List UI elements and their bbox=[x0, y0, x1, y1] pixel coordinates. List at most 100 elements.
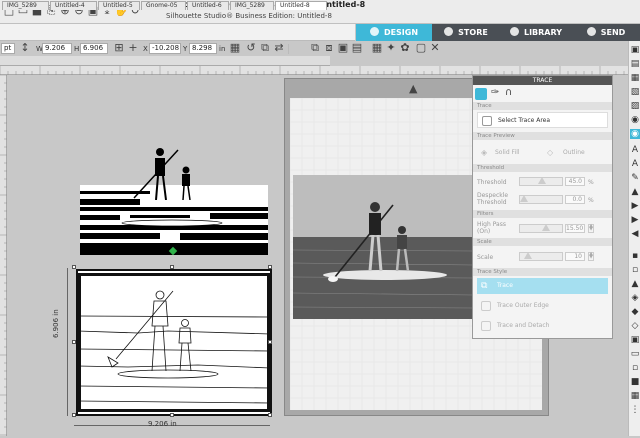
library-panel-icon[interactable]: ▲ bbox=[630, 279, 640, 289]
x-position-field[interactable]: -10.208 bbox=[149, 43, 181, 54]
more-tools-icon[interactable]: ⋮ bbox=[630, 405, 640, 415]
trace-panel-title: TRACE bbox=[473, 76, 612, 85]
doc-tab-5[interactable]: IMG_5289 bbox=[230, 1, 274, 10]
offset-icon[interactable]: ◉ bbox=[630, 115, 640, 125]
threshold-slider-knob[interactable] bbox=[538, 177, 546, 184]
scale-value[interactable]: 10 bbox=[565, 252, 585, 261]
doc-tab-4[interactable]: Untitled-6 bbox=[187, 1, 229, 10]
despeckle-slider-knob[interactable] bbox=[520, 195, 528, 202]
nesting-icon[interactable]: ▪ bbox=[630, 251, 640, 261]
scale-slider-knob[interactable] bbox=[524, 252, 532, 259]
height-label: H bbox=[74, 45, 80, 53]
outline-option[interactable]: Outline bbox=[563, 149, 585, 156]
highpass-slider[interactable] bbox=[519, 224, 563, 233]
trace-tab-icon[interactable] bbox=[475, 88, 487, 100]
group-icon[interactable]: ⧉ bbox=[308, 41, 322, 55]
line-color-icon[interactable]: ▧ bbox=[630, 87, 640, 97]
stitching-icon[interactable]: ◈ bbox=[630, 293, 640, 303]
resize-handle-tl[interactable] bbox=[72, 265, 76, 269]
emboss-icon[interactable]: ◇ bbox=[630, 321, 640, 331]
bring-front-icon[interactable]: ▣ bbox=[336, 41, 350, 55]
resize-handle-tm[interactable] bbox=[170, 265, 174, 269]
trace-outer-edge-icon bbox=[481, 301, 491, 311]
original-photo[interactable] bbox=[293, 175, 473, 319]
delete-x-icon[interactable]: ✕ bbox=[428, 41, 442, 55]
y-position-field[interactable]: 8.298 bbox=[189, 43, 217, 54]
page-setup-icon[interactable]: ▣ bbox=[630, 45, 640, 55]
transform-icon[interactable]: ▤ bbox=[630, 59, 640, 69]
box-icon[interactable]: ▢ bbox=[414, 41, 428, 55]
ungroup-icon[interactable]: ⧈ bbox=[322, 41, 336, 55]
trace-and-detach-button[interactable]: Trace and Detach bbox=[477, 318, 608, 334]
despeckle-label-line2: Threshold bbox=[477, 199, 507, 206]
shadow-icon[interactable]: ■ bbox=[630, 377, 640, 387]
doc-tab-0[interactable]: IMG_5289 bbox=[2, 1, 49, 10]
eyedropper-icon[interactable]: ✑ bbox=[491, 87, 499, 98]
text-style-icon[interactable]: A bbox=[630, 145, 640, 155]
eraser-icon[interactable]: ▭ bbox=[630, 349, 640, 359]
top-ruler bbox=[0, 66, 628, 75]
left-ruler bbox=[0, 74, 7, 436]
resize-handle-bm[interactable] bbox=[170, 413, 174, 417]
align-panel-icon[interactable]: ◀ bbox=[630, 229, 640, 239]
text-path-icon[interactable]: A bbox=[630, 159, 640, 169]
highpass-slider-knob[interactable] bbox=[542, 224, 550, 231]
resize-handle-mr[interactable] bbox=[268, 340, 272, 344]
threshold-slider[interactable] bbox=[519, 177, 563, 186]
send-arrow-icon bbox=[586, 27, 596, 36]
despeckle-slider[interactable] bbox=[519, 195, 563, 204]
magnet-icon[interactable]: ∩ bbox=[505, 87, 512, 98]
fill-color-icon[interactable]: ▦ bbox=[630, 73, 640, 83]
send-back-icon[interactable]: ▤ bbox=[350, 41, 364, 55]
rhinestone-icon[interactable]: ◆ bbox=[630, 307, 640, 317]
layers-icon[interactable]: ▫ bbox=[630, 265, 640, 275]
width-field[interactable]: 9.206 bbox=[42, 43, 72, 54]
duplicate-icon[interactable]: ⧉ bbox=[258, 41, 272, 55]
tab-design[interactable]: DESIGN bbox=[356, 24, 432, 41]
points-icon[interactable]: ▫ bbox=[630, 363, 640, 373]
flip-icon[interactable]: ⇄ bbox=[272, 41, 286, 55]
print-cut-icon[interactable]: ▣ bbox=[630, 335, 640, 345]
sketch-icon[interactable]: ✎ bbox=[630, 173, 640, 183]
resize-handle-tr[interactable] bbox=[268, 265, 272, 269]
scale-stepper[interactable]: ▲ ▼ bbox=[588, 252, 594, 261]
scale-slider[interactable] bbox=[519, 252, 563, 261]
doc-tab-2[interactable]: Untitled-5 bbox=[98, 1, 140, 10]
trace-button[interactable]: ⧉ Trace bbox=[477, 278, 608, 294]
lock-aspect-icon[interactable]: ↕ bbox=[18, 41, 32, 55]
grid-icon[interactable]: ▦ bbox=[370, 41, 384, 55]
tab-store[interactable]: STORE bbox=[432, 24, 500, 41]
align-icon[interactable]: ▦ bbox=[228, 41, 242, 55]
lock-proportion-icon[interactable]: ⊞ bbox=[112, 41, 126, 55]
solid-fill-option[interactable]: Solid Fill bbox=[495, 149, 520, 156]
doc-tab-3[interactable]: Gnome-05 bbox=[141, 1, 186, 10]
tab-library[interactable]: LIBRARY bbox=[500, 24, 572, 41]
trace-outer-edge-button[interactable]: Trace Outer Edge bbox=[477, 298, 608, 314]
threshold-value[interactable]: 45.0 bbox=[565, 177, 585, 186]
trace-tool-icon[interactable]: ◉ bbox=[630, 129, 640, 139]
trace-preview-header: Trace Preview bbox=[473, 132, 612, 140]
units-field[interactable]: pt bbox=[1, 43, 15, 54]
tab-send[interactable]: SEND bbox=[572, 24, 640, 41]
store-icon bbox=[444, 27, 454, 36]
height-field[interactable]: 6.906 bbox=[80, 43, 108, 54]
rotate-icon[interactable]: ↺ bbox=[244, 41, 258, 55]
pattern-icon[interactable]: ▨ bbox=[630, 101, 640, 111]
replicate-icon[interactable]: ▲ bbox=[630, 187, 640, 197]
modify-icon[interactable]: ▶ bbox=[630, 201, 640, 211]
resize-handle-ml[interactable] bbox=[72, 340, 76, 344]
doc-tab-6-active[interactable]: Untitled-8 bbox=[275, 1, 327, 10]
knife-icon[interactable]: ▶ bbox=[630, 215, 640, 225]
position-icon[interactable]: + bbox=[126, 41, 140, 55]
star-shape-icon[interactable]: ✦ bbox=[384, 41, 398, 55]
doc-tab-1[interactable]: Untitled-4 bbox=[50, 1, 97, 10]
traced-outline-object[interactable] bbox=[76, 269, 272, 416]
resize-handle-br[interactable] bbox=[268, 413, 272, 417]
resize-handle-bl[interactable] bbox=[72, 413, 76, 417]
select-trace-area-button[interactable]: Select Trace Area bbox=[477, 112, 608, 128]
flower-shape-icon[interactable]: ✿ bbox=[398, 41, 412, 55]
grid-settings-icon[interactable]: ▦ bbox=[630, 391, 640, 401]
highpass-stepper[interactable]: ▲ ▼ bbox=[588, 224, 594, 233]
highpass-value[interactable]: 15.50 bbox=[565, 224, 585, 233]
despeckle-value[interactable]: 0.0 bbox=[565, 195, 585, 204]
